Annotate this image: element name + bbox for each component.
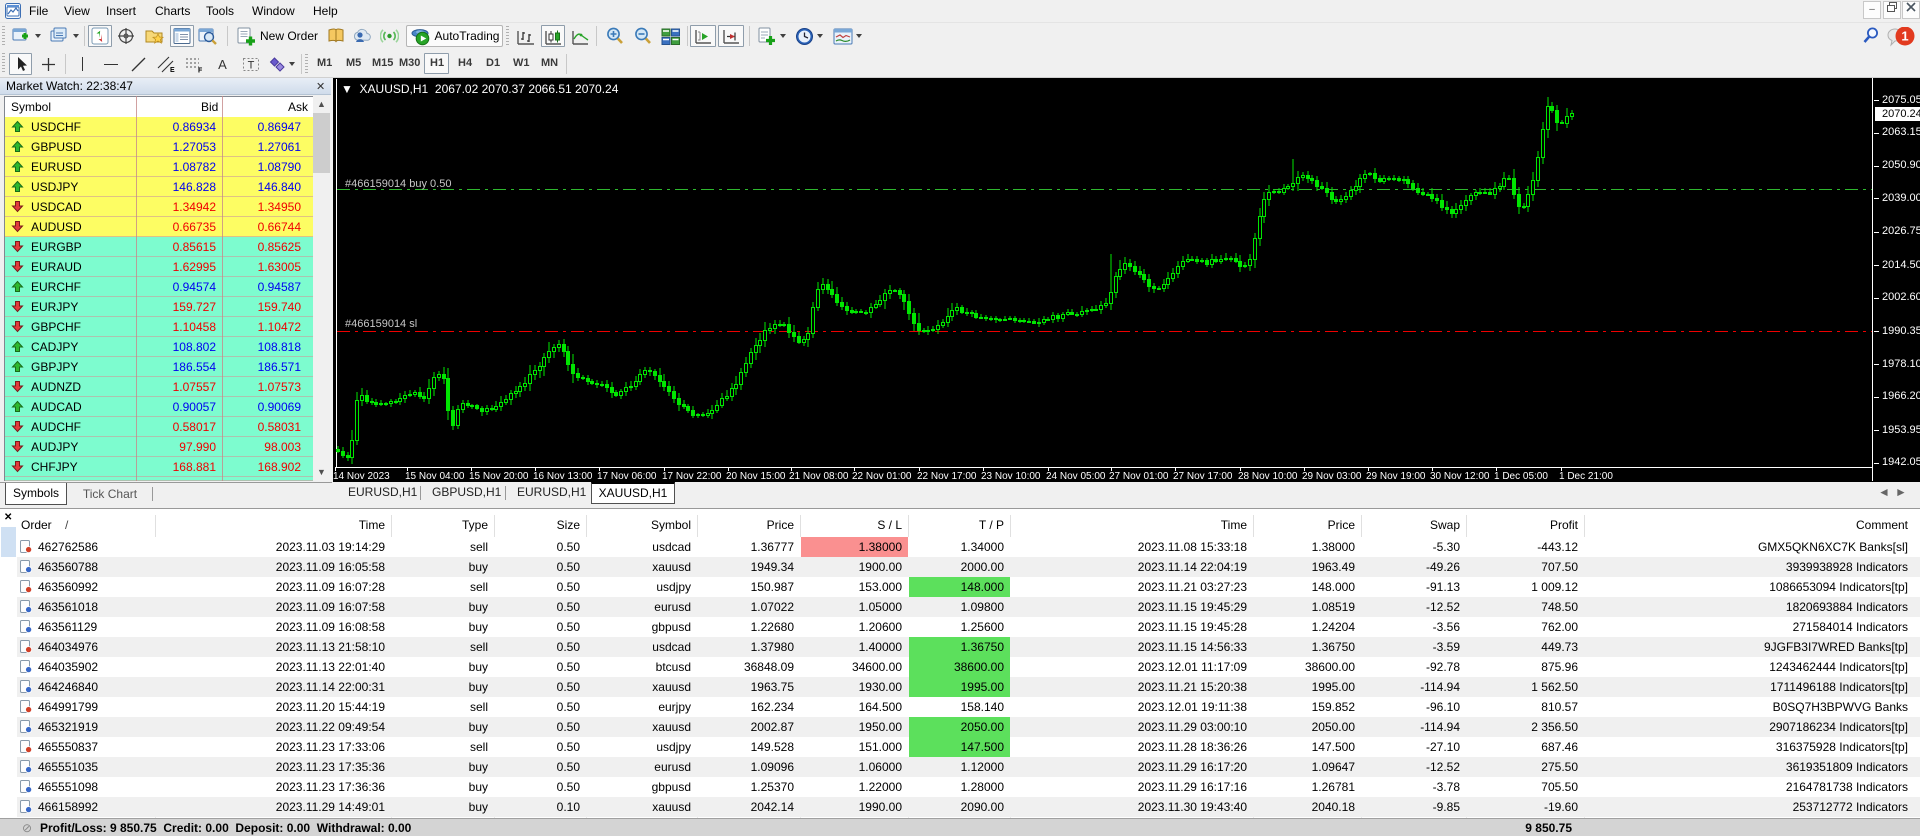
- svg-text:T: T: [247, 59, 254, 71]
- svg-text:1: 1: [1901, 28, 1908, 43]
- svg-text:F: F: [198, 67, 203, 73]
- svg-text:E: E: [170, 67, 175, 73]
